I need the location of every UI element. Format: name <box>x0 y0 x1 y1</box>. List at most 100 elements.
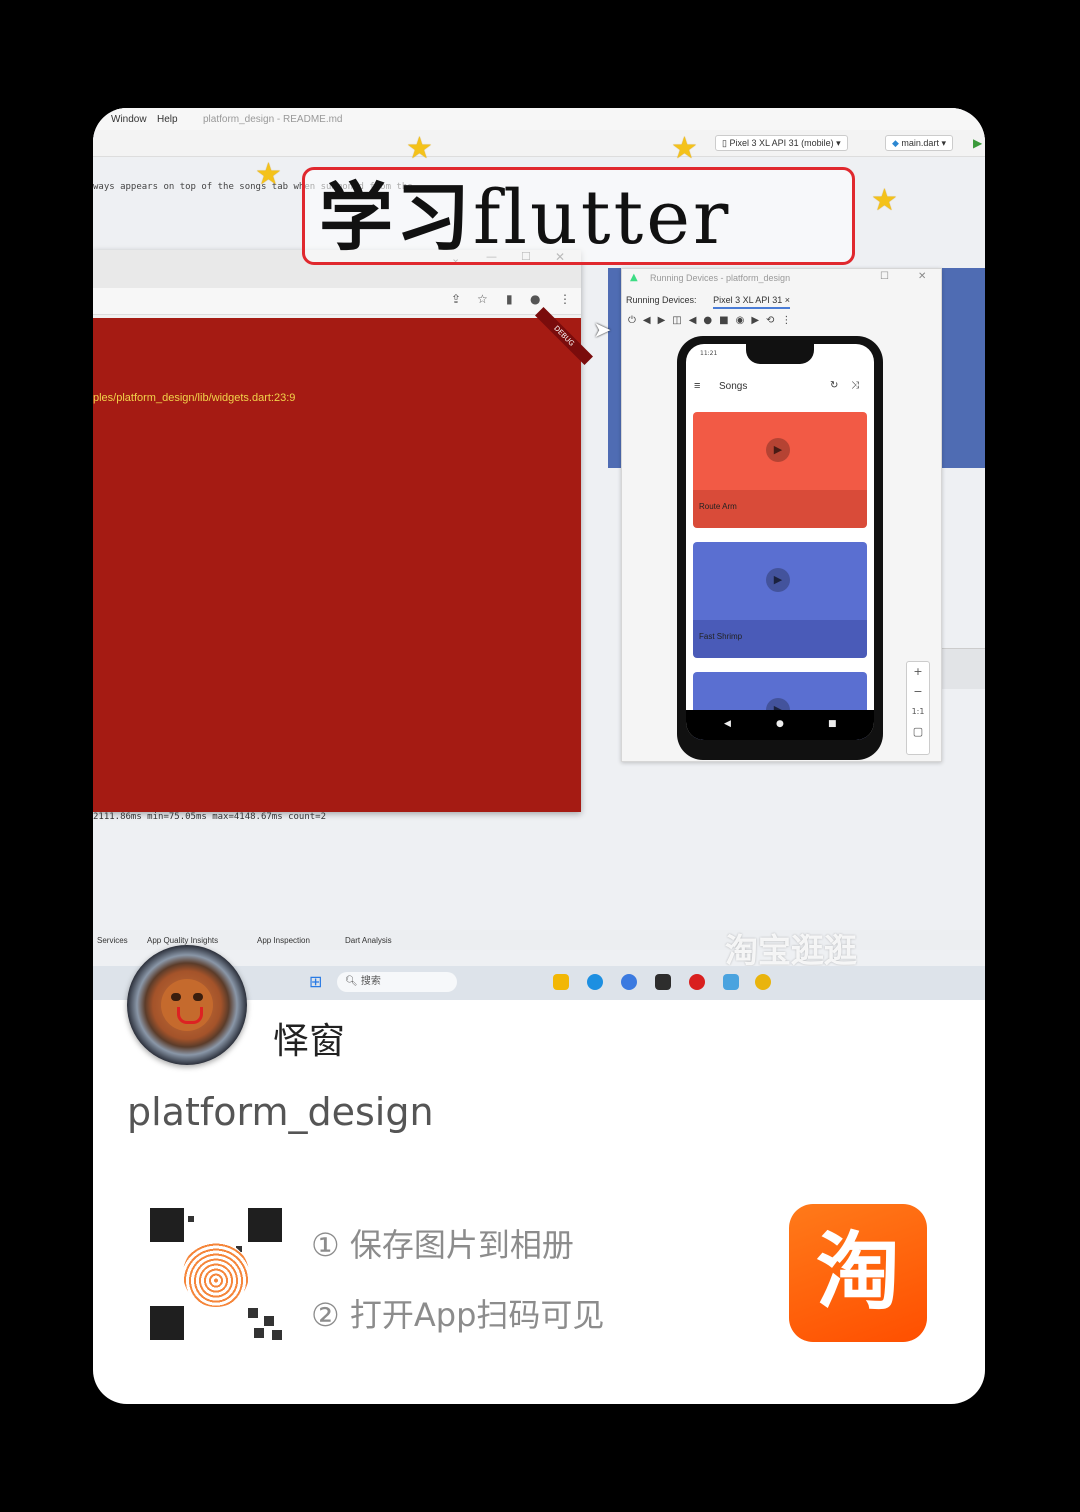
more-icon[interactable]: ⋮ <box>559 292 571 306</box>
sidebar-icon[interactable]: ▮ <box>506 292 513 306</box>
chrome-icon[interactable] <box>755 974 771 990</box>
play-icon[interactable]: ▶ <box>766 438 790 462</box>
profile-icon[interactable]: ● <box>530 292 540 306</box>
video-screenshot[interactable]: Window Help platform_design - README.md … <box>93 108 985 1000</box>
home-icon[interactable]: ● <box>776 719 784 729</box>
share-icon[interactable]: ⇪ <box>451 292 461 306</box>
step-save: ① 保存图片到相册 <box>311 1226 574 1264</box>
run-config-label: main.dart <box>901 138 939 148</box>
taobao-logo-glyph: 淘 <box>815 1223 900 1321</box>
app-icon[interactable] <box>621 974 637 990</box>
emulator-controls[interactable]: ⏻◀▶◫◀●■◉▶⟲⋮ <box>628 315 798 326</box>
status-time: 11:21 <box>700 350 718 357</box>
menu-help[interactable]: Help <box>157 114 178 125</box>
watermark: 淘宝逛逛 <box>725 931 857 970</box>
fit-screen-icon[interactable]: ▢ <box>907 722 929 742</box>
android-icon: ▲ <box>630 272 638 283</box>
qr-module <box>254 1328 264 1338</box>
overlay-title: 学习flutter <box>319 178 731 258</box>
panel-maximize-icon[interactable]: ☐ <box>880 271 889 282</box>
overlay-title-en: flutter <box>473 175 732 261</box>
record-icon[interactable] <box>689 974 705 990</box>
qr-finder <box>248 1208 282 1242</box>
explorer-icon[interactable] <box>553 974 569 990</box>
edge-icon[interactable] <box>587 974 603 990</box>
song-card[interactable]: ▶ Route Arm <box>693 412 867 528</box>
app-title: Songs <box>719 381 748 392</box>
phone-notch <box>746 344 814 364</box>
run-icon[interactable]: ▶ <box>973 136 982 150</box>
zoom-ratio-button[interactable]: 1:1 <box>907 702 929 722</box>
browser-window: ⌄ — ☐ ✕ ⇪ ☆ ▮ ● ⋮ ples/platform_design/l… <box>93 250 593 812</box>
star-icon[interactable]: ☆ <box>477 292 488 306</box>
window-file-title: platform_design - README.md <box>203 114 343 125</box>
terminal-icon[interactable] <box>655 974 671 990</box>
song-title: Fast Shrimp <box>699 632 743 641</box>
running-devices-title: Running Devices - platform_design <box>650 273 791 283</box>
browser-toolbar: ⇪ ☆ ▮ ● ⋮ <box>93 288 581 315</box>
services-tab[interactable]: Services <box>97 936 128 945</box>
insights-tab[interactable]: App Quality Insights <box>147 936 218 945</box>
song-title: Route Arm <box>699 502 737 511</box>
avatar[interactable] <box>127 945 247 1065</box>
device-selector[interactable]: ▯ Pixel 3 XL API 31 (mobile) ▾ <box>715 135 848 151</box>
running-devices-tabs: Running Devices: Pixel 3 XL API 31 × <box>626 295 791 309</box>
shuffle-icon[interactable]: ⤨ <box>851 380 859 391</box>
star-icon: ★ <box>255 157 282 192</box>
tab-device[interactable]: Pixel 3 XL API 31 × <box>713 295 791 309</box>
running-devices-label: Running Devices: <box>626 295 697 305</box>
qr-finder <box>150 1306 184 1340</box>
phone-emulator: 11:21 ≡ Songs ↻ ⤨ ▶ Route Arm ▶ Fast Shrimp… <box>677 336 883 760</box>
taskbar-search[interactable]: 🔍︎ 搜索 <box>337 972 457 992</box>
star-icon: ★ <box>871 183 898 218</box>
play-icon[interactable]: ▶ <box>766 568 790 592</box>
flutter-error-screen: ples/platform_design/lib/widgets.dart:23… <box>93 307 593 812</box>
device-selector-label: Pixel 3 XL API 31 (mobile) <box>729 138 834 148</box>
star-icon: ★ <box>671 131 698 166</box>
timing-log: 2111.86ms min=75.05ms max=4148.67ms coun… <box>93 812 326 822</box>
taskbar-search-label: 搜索 <box>360 976 381 987</box>
ide-menu-bar: Window Help platform_design - README.md <box>93 108 985 130</box>
fingerprint-icon <box>183 1241 249 1307</box>
author-name[interactable]: 怿窗 <box>273 1012 345 1064</box>
qr-module <box>264 1316 274 1326</box>
search-icon: 🔍︎ <box>345 976 358 987</box>
step-scan: ② 打开App扫码可见 <box>311 1296 605 1334</box>
tab-device-label: Pixel 3 XL API 31 <box>713 295 783 305</box>
cursor-icon: ➤ <box>593 318 612 343</box>
dart-icon: ◆ <box>892 138 902 148</box>
share-card: Window Help platform_design - README.md … <box>93 108 985 1404</box>
post-caption: platform_design <box>127 1090 434 1134</box>
zoom-in-button[interactable]: + <box>907 662 929 682</box>
back-icon[interactable]: ◀ <box>724 719 731 729</box>
zoom-controls: + − 1:1 ▢ <box>906 661 930 755</box>
taobao-app-icon[interactable]: 淘 <box>789 1204 927 1342</box>
overlay-title-cn: 学习 <box>319 175 473 261</box>
panel-close-icon[interactable]: ✕ <box>918 271 926 282</box>
error-path: ples/platform_design/lib/widgets.dart:23… <box>93 392 296 404</box>
app-inspection-tab[interactable]: App Inspection <box>257 936 310 945</box>
dart-analysis-tab[interactable]: Dart Analysis <box>345 936 392 945</box>
debug-banner: DEBUG <box>535 307 593 365</box>
windows-start-icon[interactable]: ⊞ <box>309 972 322 991</box>
run-config-selector[interactable]: ◆ main.dart ▾ <box>885 135 953 151</box>
avatar-mouth <box>177 1007 203 1024</box>
overlay-title-box: 学习flutter <box>302 167 855 265</box>
qr-module <box>188 1216 194 1222</box>
zoom-out-button[interactable]: − <box>907 682 929 702</box>
refresh-icon[interactable]: ↻ <box>830 380 838 391</box>
qr-module <box>272 1330 282 1340</box>
menu-window[interactable]: Window <box>111 114 147 125</box>
qr-module <box>248 1308 258 1318</box>
qr-code <box>150 1208 282 1340</box>
ide-toolbar: ▯ Pixel 3 XL API 31 (mobile) ▾ ◆ main.da… <box>93 130 985 157</box>
qr-finder <box>150 1208 184 1242</box>
recents-icon[interactable]: ■ <box>828 719 837 729</box>
menu-icon[interactable]: ≡ <box>694 380 700 392</box>
app-bar: ≡ Songs ↻ ⤨ <box>686 370 874 404</box>
android-nav-bar: ◀ ● ■ <box>686 710 874 740</box>
studio-icon[interactable] <box>723 974 739 990</box>
star-icon: ★ <box>406 131 433 166</box>
song-card[interactable]: ▶ Fast Shrimp <box>693 542 867 658</box>
phone-screen: 11:21 ≡ Songs ↻ ⤨ ▶ Route Arm ▶ Fast Shrimp… <box>686 344 874 740</box>
